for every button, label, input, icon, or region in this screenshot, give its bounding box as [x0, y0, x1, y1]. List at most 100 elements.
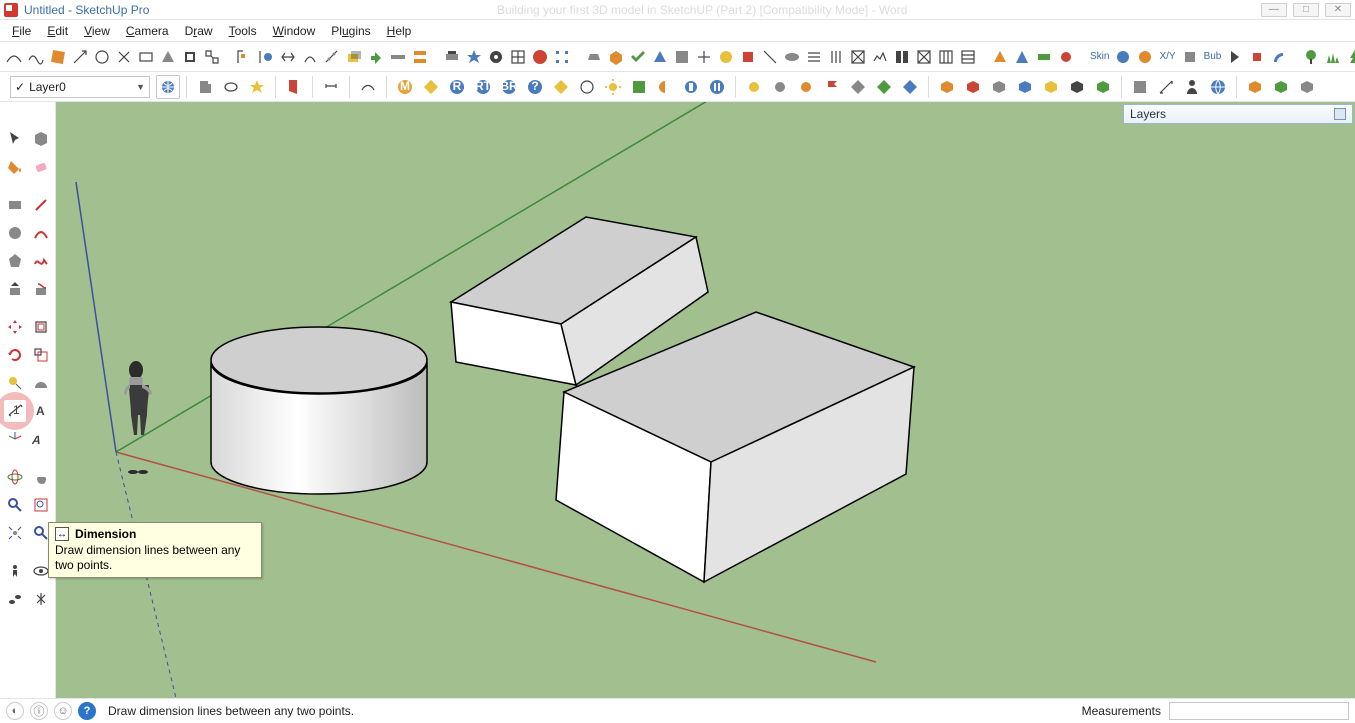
tool-r2-person[interactable]: [1180, 75, 1204, 99]
tool-r2-box1[interactable]: [935, 75, 959, 99]
tool-r2-box7[interactable]: [1091, 75, 1115, 99]
tool-r2-c2[interactable]: [1154, 75, 1178, 99]
3d-text-tool[interactable]: A: [30, 428, 52, 450]
layers-panel[interactable]: Layers: [1123, 104, 1353, 124]
tool-generic-32[interactable]: [716, 45, 736, 69]
tool-generic-44[interactable]: [990, 45, 1010, 69]
tool-generic-47[interactable]: [1056, 45, 1076, 69]
tool-generic-4[interactable]: [70, 45, 90, 69]
tool-r2-box3[interactable]: [987, 75, 1011, 99]
tool-generic-9[interactable]: [180, 45, 200, 69]
polygon-tool[interactable]: [4, 250, 26, 272]
tool-generic-39[interactable]: [870, 45, 890, 69]
tool-bub-3[interactable]: [1269, 45, 1289, 69]
tool-generic-24[interactable]: [530, 45, 550, 69]
pan-tool[interactable]: [30, 466, 52, 488]
tool-r2-diamond3[interactable]: [872, 75, 896, 99]
tool-generic-43[interactable]: [958, 45, 978, 69]
scale-tool[interactable]: [30, 344, 52, 366]
tool-r2-g2[interactable]: [653, 75, 677, 99]
tool-r2-g1[interactable]: [627, 75, 651, 99]
tool-r2-sun[interactable]: [601, 75, 625, 99]
tool-r2-box6[interactable]: [1065, 75, 1089, 99]
tool-skin-2[interactable]: [1135, 45, 1155, 69]
tool-r2-6[interactable]: [356, 75, 380, 99]
tool-r2-c1[interactable]: [1128, 75, 1152, 99]
viewport-3d[interactable]: Layers: [56, 102, 1355, 698]
tool-r2-2[interactable]: [219, 75, 243, 99]
tool-r2-dot3[interactable]: [794, 75, 818, 99]
text-tool[interactable]: A: [30, 400, 52, 422]
zoom-window-tool[interactable]: [30, 494, 52, 516]
component-tool[interactable]: [30, 128, 52, 150]
tape-measure-tool[interactable]: [4, 372, 26, 394]
position-camera-tool[interactable]: [4, 560, 26, 582]
tool-badge-m[interactable]: M: [393, 75, 417, 99]
status-icon-3[interactable]: ☺: [54, 702, 72, 720]
tool-r2-globe[interactable]: [1206, 75, 1230, 99]
paint-bucket-tool[interactable]: [4, 156, 26, 178]
protractor-tool[interactable]: [30, 372, 52, 394]
tool-r2-door[interactable]: [282, 75, 306, 99]
tool-generic-36[interactable]: [804, 45, 824, 69]
tool-generic-29[interactable]: [650, 45, 670, 69]
tool-generic-11[interactable]: [234, 45, 254, 69]
tool-r2-last2[interactable]: [1269, 75, 1293, 99]
tool-r2-3[interactable]: [245, 75, 269, 99]
tool-generic-6[interactable]: [114, 45, 134, 69]
menu-file[interactable]: File: [6, 22, 37, 40]
tool-print-icon[interactable]: [442, 45, 462, 69]
orbit-tool[interactable]: [4, 466, 26, 488]
tool-badge-br[interactable]: BR: [497, 75, 521, 99]
follow-me-tool[interactable]: [30, 278, 52, 300]
tool-bub-2[interactable]: [1247, 45, 1267, 69]
move-tool[interactable]: [4, 316, 26, 338]
rotate-tool[interactable]: [4, 344, 26, 366]
tool-r2-yellow-diamond[interactable]: [549, 75, 573, 99]
tool-generic-1[interactable]: [4, 45, 24, 69]
tool-generic-13[interactable]: [278, 45, 298, 69]
maximize-button[interactable]: □: [1293, 3, 1319, 17]
tool-generic-21[interactable]: [464, 45, 484, 69]
tool-generic-22[interactable]: [486, 45, 506, 69]
close-button[interactable]: ✕: [1325, 3, 1351, 17]
tool-badge-r[interactable]: R: [445, 75, 469, 99]
menu-plugins[interactable]: Plugins: [325, 22, 376, 40]
tool-generic-5[interactable]: [92, 45, 112, 69]
layer-selector[interactable]: ✓ Layer0 ▼: [10, 76, 150, 98]
tool-generic-33[interactable]: [738, 45, 758, 69]
line-tool[interactable]: [30, 194, 52, 216]
tool-badge-diamond[interactable]: [419, 75, 443, 99]
tool-r2-dot2[interactable]: [768, 75, 792, 99]
tool-generic-42[interactable]: [936, 45, 956, 69]
measurements-input[interactable]: [1169, 702, 1349, 720]
tool-generic-17[interactable]: [366, 45, 386, 69]
tool-bub-1[interactable]: [1225, 45, 1245, 69]
label-skin[interactable]: Skin: [1088, 51, 1111, 62]
minimize-button[interactable]: —: [1261, 3, 1287, 17]
tool-generic-46[interactable]: [1034, 45, 1054, 69]
tool-grass-icon[interactable]: [1323, 45, 1343, 69]
menu-camera[interactable]: Camera: [120, 22, 175, 40]
tool-badge-rt[interactable]: RT: [471, 75, 495, 99]
tool-r2-5[interactable]: [319, 75, 343, 99]
tool-generic-18[interactable]: [388, 45, 408, 69]
select-tool[interactable]: [4, 128, 26, 150]
tool-generic-25[interactable]: [552, 45, 572, 69]
tool-r2-box5[interactable]: [1039, 75, 1063, 99]
menu-edit[interactable]: Edit: [41, 22, 74, 40]
tool-generic-23[interactable]: [508, 45, 528, 69]
arc-tool[interactable]: [30, 222, 52, 244]
tool-generic-26[interactable]: [584, 45, 604, 69]
walk-tool[interactable]: [4, 588, 26, 610]
menu-window[interactable]: Window: [267, 22, 322, 40]
tool-generic-27[interactable]: [606, 45, 626, 69]
label-xy[interactable]: X/Y: [1157, 51, 1177, 62]
tool-tree-2[interactable]: [1345, 45, 1355, 69]
tool-generic-34[interactable]: [760, 45, 780, 69]
tool-generic-10[interactable]: [202, 45, 222, 69]
tool-r2-flag[interactable]: [820, 75, 844, 99]
zoom-extents-tool[interactable]: [4, 522, 26, 544]
tool-generic-40[interactable]: [892, 45, 912, 69]
status-icon-2[interactable]: ⓘ: [30, 702, 48, 720]
